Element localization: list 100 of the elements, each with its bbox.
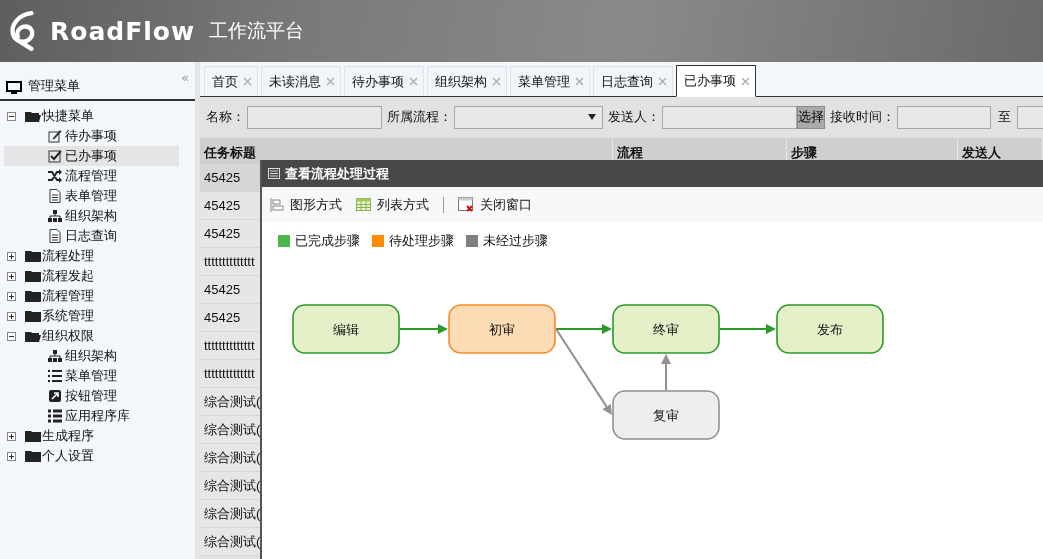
brand-subtitle: 工作流平台 [209,18,305,43]
flow-node: 复审 [612,390,720,440]
flow-node: 编辑 [292,304,400,354]
graph-view-button[interactable]: 图形方式 [270,195,342,214]
close-icon[interactable] [741,76,750,86]
expand-toggle[interactable] [7,251,16,261]
table-cell: 综合测试( [204,420,261,439]
close-icon[interactable] [243,77,252,86]
name-field[interactable] [247,105,382,129]
menu-item[interactable]: 已办事项 [4,146,179,166]
select-button[interactable]: 选择 [797,105,825,129]
doc-icon [48,229,62,243]
table-cell: 综合测试( [204,476,261,495]
tab[interactable]: 已办事项 [676,65,756,97]
expand-toggle[interactable] [7,311,16,321]
menu-item[interactable]: 按钮管理 [4,386,179,406]
expand-toggle[interactable] [7,331,16,341]
flow-node: 终审 [612,304,720,354]
menu-item[interactable]: 流程管理 [4,166,179,186]
table-cell: 综合测试( [204,504,261,523]
monitor-icon [6,81,22,95]
filter-label: 发送人： [608,108,660,126]
folder-icon [25,429,41,443]
menu-group[interactable]: 流程处理 [42,247,94,265]
layout-icon [270,197,284,212]
filter-label: 所属流程： [387,108,452,126]
expand-toggle[interactable] [7,271,16,281]
close-view-button[interactable]: 关闭窗口 [458,195,532,214]
table-cell: 综合测试( [204,392,261,411]
menu-group[interactable]: 流程管理 [42,287,94,305]
tab[interactable]: 日志查询 [593,66,673,96]
tab[interactable]: 首页 [204,66,258,96]
tab[interactable]: 组织架构 [427,66,507,96]
expand-toggle[interactable] [7,451,16,461]
table-cell: tttttttttttttt [204,366,255,381]
tab[interactable]: 待办事项 [344,66,424,96]
expand-toggle[interactable] [7,111,16,121]
menu-group[interactable]: 个人设置 [42,447,94,465]
expand-toggle[interactable] [7,291,16,301]
table-cell: 45425 [204,282,241,297]
table-cell: 45425 [204,310,241,325]
tab[interactable]: 菜单管理 [510,66,590,96]
dropdown-arrow-icon [588,114,596,120]
menu-item[interactable]: 日志查询 [4,226,179,246]
table-cell: 45425 [204,198,241,213]
table-cell: 45425 [204,170,241,185]
open-folder-icon [25,329,41,343]
menu-item[interactable]: 组织架构 [4,206,179,226]
menu-group[interactable]: 流程发起 [42,267,94,285]
folder-icon [25,249,41,263]
check-icon [48,149,62,163]
menu-group[interactable]: 快捷菜单 [42,107,94,125]
table-cell: 综合测试( [204,532,261,551]
folder-icon [25,309,41,323]
menu-group[interactable]: 组织权限 [42,327,94,345]
legend-label: 未经过步骤 [483,232,548,250]
flow-arrow [661,354,671,391]
table-icon [356,198,371,211]
shuffle-icon [48,169,62,183]
expand-toggle[interactable] [7,431,16,441]
open-folder-icon [25,109,41,123]
org-icon [48,209,62,223]
folder-icon [25,449,41,463]
table-cell: 45425 [204,226,241,241]
close-window-icon [458,197,474,212]
menu-item[interactable]: 菜单管理 [4,366,179,386]
legend-label: 已完成步骤 [295,232,360,250]
flow-arrow [719,324,776,334]
org-icon [48,349,62,363]
menu-group[interactable]: 生成程序 [42,427,94,445]
close-icon[interactable] [326,77,335,86]
filter-label: 名称： [206,108,245,126]
close-icon[interactable] [409,77,418,86]
brand-name: RoadFlow [50,16,196,46]
date-field[interactable] [897,105,991,129]
flow-select[interactable] [454,105,603,129]
list-icon [48,369,62,383]
flow-node: 发布 [776,304,884,354]
tab[interactable]: 未读消息 [261,66,341,96]
close-icon[interactable] [575,77,584,86]
grid-icon [48,409,62,423]
sender-field[interactable] [662,105,797,129]
window-icon [268,168,280,179]
dialog-title: 查看流程处理过程 [285,164,389,183]
sidebar-title: 管理菜单 [28,77,81,95]
menu-item[interactable]: 组织架构 [4,346,179,366]
menu-item[interactable]: 应用程序库 [4,406,179,426]
table-cell: tttttttttttttt [204,254,255,269]
share-icon [48,389,62,403]
close-icon[interactable] [658,77,667,86]
flow-node: 初审 [448,304,556,354]
filter-label: 接收时间： [830,108,895,126]
list-view-button[interactable]: 列表方式 [356,195,429,214]
menu-group[interactable]: 系统管理 [42,307,94,325]
menu-item[interactable]: 表单管理 [4,186,179,206]
close-icon[interactable] [492,77,501,86]
table-cell: 综合测试( [204,448,261,467]
legend-label: 待处理步骤 [389,232,454,250]
table-cell: tttttttttttttt [204,338,255,353]
menu-item[interactable]: 待办事项 [4,126,179,146]
